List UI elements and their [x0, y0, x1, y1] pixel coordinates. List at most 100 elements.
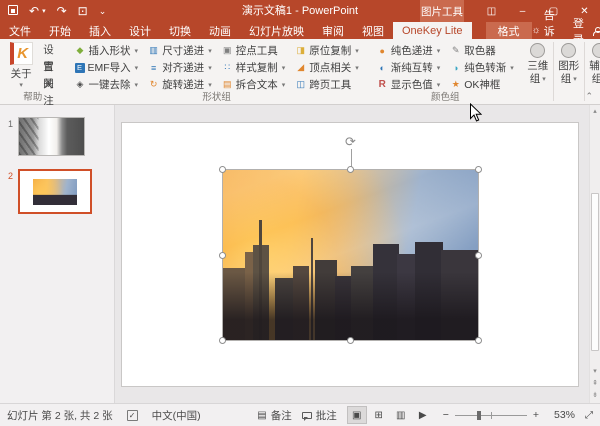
dropdown-icon: ▾: [573, 73, 577, 86]
reading-view-button[interactable]: ▥: [391, 406, 411, 424]
gradient-solid-swap-button[interactable]: ◐渐纯互转▾: [372, 59, 446, 76]
resize-handle-top-center[interactable]: [347, 166, 354, 173]
about-button[interactable]: 关于: [11, 66, 32, 81]
scrollbar-thumb[interactable]: [591, 193, 599, 351]
undo-icon[interactable]: ↶: [29, 5, 39, 17]
ribbon-tab-bar: 文件 开始 插入 设计 切换 动画 幻灯片放映 审阅 视图 OneKey Lit…: [0, 22, 600, 39]
next-slide-icon[interactable]: ⇟: [590, 391, 600, 401]
help-group: K 关于 ▾ 设置 官网 关注 帮助: [0, 39, 66, 104]
tab-design[interactable]: 设计: [120, 22, 160, 39]
person-icon: [593, 27, 598, 35]
collapse-ribbon-icon[interactable]: ⌃: [585, 91, 593, 102]
scroll-up-icon[interactable]: ▴: [590, 107, 600, 117]
handle-tool-button[interactable]: ▣控点工具: [217, 42, 291, 59]
resize-handle-bottom-center[interactable]: [347, 337, 354, 344]
vertical-scrollbar[interactable]: ▴ ▾ ⇞ ⇟: [589, 105, 600, 403]
notes-button[interactable]: ▤ 备注: [257, 408, 291, 423]
vertex-related-button[interactable]: ◢顶点相关▾: [290, 59, 364, 76]
solid-to-gradient-button[interactable]: ◑纯色转渐▾: [445, 59, 519, 76]
previous-slide-icon[interactable]: ⇞: [590, 379, 600, 389]
resize-handle-mid-right[interactable]: [475, 252, 482, 259]
solid-color-step-icon: ●: [377, 46, 388, 56]
normal-view-button[interactable]: ▣: [347, 406, 367, 424]
copy-in-place-button[interactable]: ◨原位复制▾: [290, 42, 364, 59]
scroll-down-icon[interactable]: ▾: [590, 367, 600, 377]
graphic-group-button[interactable]: 图形 组▾: [554, 39, 584, 104]
lightbulb-icon: ☼: [532, 25, 541, 36]
style-copy-icon: ∷: [222, 62, 233, 73]
fit-slide-to-window-icon[interactable]: ⤢: [585, 410, 593, 421]
save-icon[interactable]: [8, 5, 18, 17]
emf-import-icon: E: [75, 63, 85, 73]
tab-transitions[interactable]: 切换: [160, 22, 200, 39]
vertex-related-icon: ◢: [295, 62, 306, 73]
undo-dropdown-icon[interactable]: ▾: [42, 8, 46, 15]
resize-handle-top-right[interactable]: [475, 166, 482, 173]
customize-qat-icon[interactable]: ⌄: [99, 7, 107, 16]
zoom-level[interactable]: 53%: [549, 409, 575, 421]
picture-tools-label: 图片工具: [420, 0, 464, 22]
language-indicator[interactable]: 中文(中国): [152, 408, 201, 423]
slide-1-thumbnail-image[interactable]: [18, 117, 85, 156]
tab-review[interactable]: 审阅: [313, 22, 353, 39]
tab-onekey-lite[interactable]: OneKey Lite: [393, 22, 472, 39]
redo-icon[interactable]: ↷: [57, 5, 67, 17]
slide-thumbnail-panel: 1 2: [0, 105, 115, 403]
website-button[interactable]: 官网: [41, 59, 61, 76]
slide-thumbnail-2[interactable]: 2: [3, 169, 114, 214]
slide-canvas[interactable]: ⟳: [122, 123, 578, 386]
tab-animations[interactable]: 动画: [200, 22, 240, 39]
mouse-cursor: [469, 103, 482, 123]
handle-tool-icon: ▣: [222, 45, 233, 56]
zoom-slider-center-tick: [491, 412, 492, 419]
rotation-handle-icon[interactable]: ⟳: [345, 135, 356, 148]
zoom-in-button[interactable]: +: [533, 409, 539, 421]
zoom-slider-thumb[interactable]: [477, 411, 481, 420]
tab-slideshow[interactable]: 幻灯片放映: [240, 22, 313, 39]
about-dropdown-icon[interactable]: ▾: [19, 81, 23, 89]
onekey-logo-icon[interactable]: K: [10, 42, 33, 65]
align-step-icon: ≡: [148, 63, 159, 73]
settings-button[interactable]: 设置: [41, 42, 61, 59]
align-step-button[interactable]: ≡对齐递进▾: [143, 59, 217, 76]
slide-sorter-view-button[interactable]: ⊞: [369, 406, 389, 424]
tab-format[interactable]: 格式: [489, 22, 529, 39]
city-sunset-photo[interactable]: [223, 170, 478, 340]
ribbon-display-options-icon[interactable]: ◫: [476, 0, 507, 22]
dropdown-icon: ▾: [542, 73, 546, 86]
tab-home[interactable]: 开始: [40, 22, 80, 39]
selected-picture[interactable]: ⟳: [223, 170, 478, 340]
size-step-button[interactable]: ▥尺寸递进▾: [143, 42, 217, 59]
spell-check-icon[interactable]: ✓: [127, 410, 138, 421]
three-d-group-button[interactable]: 三维 组▾: [523, 39, 553, 104]
slide-thumbnail-1[interactable]: 1: [3, 117, 114, 156]
tab-insert[interactable]: 插入: [80, 22, 120, 39]
zoom-out-button[interactable]: −: [443, 409, 449, 421]
solid-color-step-button[interactable]: ●纯色递进▾: [372, 42, 446, 59]
slide-number: 2: [3, 169, 13, 214]
ribbon: K 关于 ▾ 设置 官网 关注 帮助 ◆插入形状▾ EEMF导入▾ ◈一键去除▾…: [0, 39, 600, 105]
assist-group-icon: [592, 43, 600, 58]
emf-import-button[interactable]: EEMF导入▾: [70, 59, 144, 76]
title-bar: ↶ ▾ ↷ ⊡ ⌄ 演示文稿1 - PowerPoint 图片工具 ◫ – ▢ …: [0, 0, 600, 22]
contextual-tab-group: 格式: [486, 22, 532, 39]
slide-2-selected-frame[interactable]: [18, 169, 92, 214]
tab-view[interactable]: 视图: [353, 22, 393, 39]
shape-group: ◆插入形状▾ EEMF导入▾ ◈一键去除▾ ▥尺寸递进▾ ≡对齐递进▾ ↻旋转递…: [66, 39, 368, 104]
zoom-slider[interactable]: [455, 415, 527, 416]
color-group: ●纯色递进▾ ◐渐纯互转▾ R显示色值▾ ✎取色器 ◑纯色转渐▾ ★OK神框 颜…: [368, 39, 523, 104]
graphic-group-icon: [561, 43, 576, 58]
slideshow-from-start-icon[interactable]: ⊡: [78, 5, 88, 17]
tab-file[interactable]: 文件: [0, 22, 40, 39]
resize-handle-bottom-right[interactable]: [475, 337, 482, 344]
insert-shape-button[interactable]: ◆插入形状▾: [70, 42, 144, 59]
resize-handle-bottom-left[interactable]: [219, 337, 226, 344]
resize-handle-mid-left[interactable]: [219, 252, 226, 259]
slideshow-view-button[interactable]: ▶: [413, 406, 433, 424]
slide-counter: 幻灯片 第 2 张, 共 2 张: [7, 408, 113, 423]
color-picker-button[interactable]: ✎取色器: [445, 42, 519, 59]
comments-button[interactable]: 批注: [302, 408, 337, 423]
style-copy-button[interactable]: ∷样式复制▾: [217, 59, 291, 76]
copy-in-place-icon: ◨: [295, 45, 306, 56]
resize-handle-top-left[interactable]: [219, 166, 226, 173]
